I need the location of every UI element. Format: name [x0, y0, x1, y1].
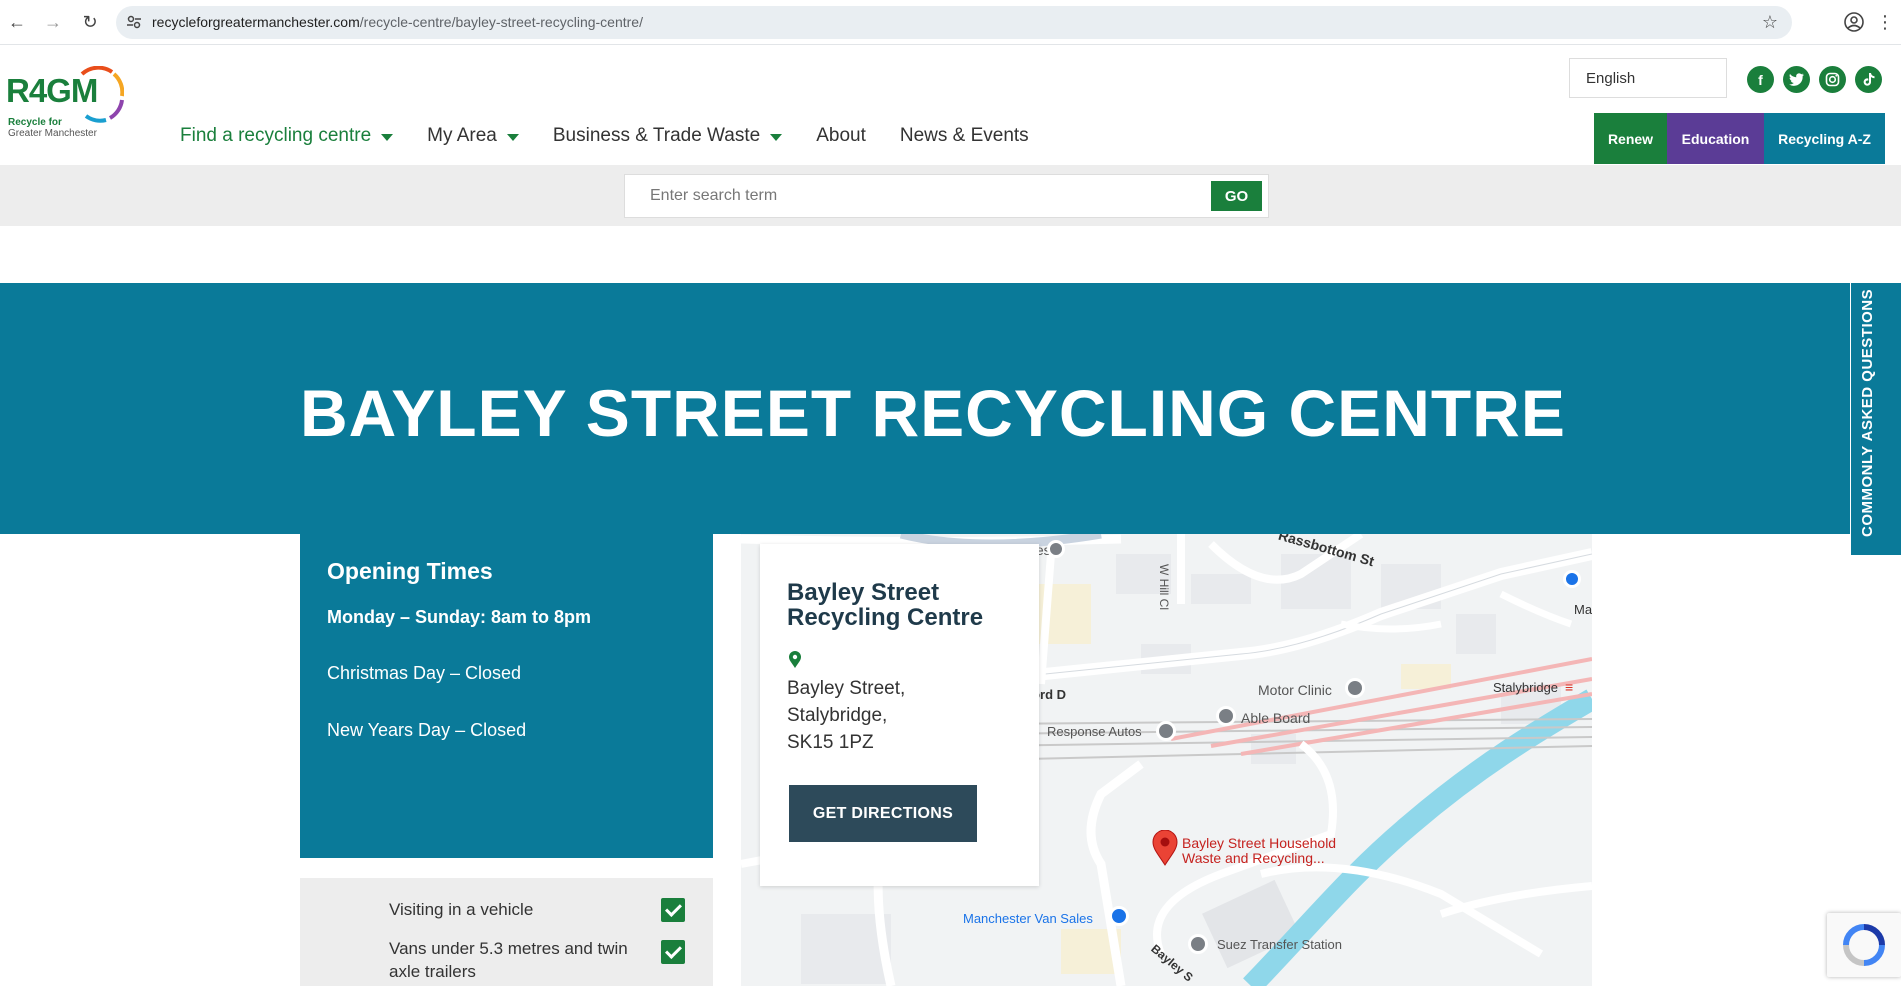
education-button[interactable]: Education [1667, 113, 1764, 164]
logo-ring-icon [80, 66, 124, 123]
map-label-pin: Bayley Street Household Waste and Recycli… [1182, 836, 1336, 866]
nav-label: Business & Trade Waste [552, 125, 761, 146]
logo-subtitle-2: Greater Manchester [8, 128, 97, 139]
nav-about[interactable]: About [816, 125, 866, 147]
nav-label: Find a recycling centre [180, 125, 372, 146]
search-input[interactable] [625, 175, 1210, 217]
facebook-icon[interactable]: f [1747, 66, 1774, 93]
language-selector[interactable]: English [1569, 58, 1727, 98]
map-poi-icon[interactable] [1345, 678, 1365, 698]
new-year-closure: New Years Day – Closed [327, 720, 527, 740]
url-domain: recycleforgreatermanchester.com [152, 14, 360, 30]
map-label-street: W Hill Cl [1157, 564, 1171, 610]
map-label-suez-transfer-station: Suez Transfer Station [1217, 937, 1343, 952]
url-text: recycleforgreatermanchester.com/recycle-… [152, 14, 643, 30]
location-address: Bayley Street, Stalybridge, SK15 1PZ [787, 675, 905, 756]
nav-label: My Area [427, 125, 497, 146]
map-label-manchester-van-sales: Manchester Van Sales [963, 911, 1093, 926]
profile-icon[interactable] [1843, 11, 1865, 33]
nav-find-recycling-centre[interactable]: Find a recycling centre [180, 125, 394, 147]
browser-toolbar: ← → ↻ recycleforgreatermanchester.com/re… [0, 0, 1901, 45]
recycling-az-label: Recycling A-Z [1778, 130, 1871, 147]
recaptcha-badge[interactable] [1827, 913, 1901, 977]
bookmark-star-icon[interactable]: ☆ [1762, 12, 1778, 33]
education-label: Education [1681, 130, 1750, 147]
twitter-icon[interactable] [1783, 66, 1810, 93]
map-poi-icon[interactable] [1109, 906, 1129, 926]
map-poi-icon[interactable] [1188, 934, 1208, 954]
search-band: GO [0, 165, 1901, 226]
recycling-az-button[interactable]: Recycling A-Z [1764, 113, 1885, 164]
main-navigation: Find a recycling centre My Area Business… [180, 122, 1063, 150]
get-directions-button[interactable]: GET DIRECTIONS [789, 785, 977, 842]
railway-station-icon: ≡ [1565, 679, 1574, 695]
access-label: Visiting in a vehicle [389, 900, 534, 919]
go-label: GO [1224, 187, 1249, 205]
renew-button[interactable]: Renew [1594, 113, 1667, 164]
nav-label: About [816, 125, 866, 146]
map-poi-icon[interactable] [1047, 540, 1065, 558]
search-go-button[interactable]: GO [1211, 181, 1262, 211]
page-title: BAYLEY STREET RECYCLING CENTRE [300, 376, 1566, 450]
map-poi-icon[interactable] [1216, 706, 1236, 726]
reload-icon[interactable]: ↻ [79, 11, 101, 33]
chevron-down-icon [770, 133, 783, 141]
map-label-motor-clinic: Motor Clinic [1258, 682, 1332, 698]
nav-news-events[interactable]: News & Events [900, 125, 1029, 147]
address-line-2: Stalybridge, [787, 705, 888, 726]
search-box: GO [624, 174, 1269, 218]
nav-my-area[interactable]: My Area [427, 125, 519, 147]
checkmark-icon [661, 940, 685, 964]
map-label-response-autos: Response Autos [1047, 724, 1142, 739]
opening-times-title: Opening Times [327, 558, 493, 584]
logo-subtitle-1: Recycle for [8, 117, 62, 128]
browser-menu-icon[interactable]: ⋮ [1876, 11, 1894, 33]
access-list: Visiting in a vehicle Vans under 5.3 met… [300, 878, 713, 986]
faq-tab-label: COMMONLY ASKED QUESTIONS [1859, 288, 1876, 537]
r4gm-logo[interactable]: R4GM Recycle for Greater Manchester [6, 62, 124, 142]
chevron-down-icon [506, 133, 519, 141]
site-settings-icon[interactable] [126, 14, 142, 30]
forward-arrow-icon[interactable]: → [42, 11, 64, 33]
map-label-stalybridge: Stalybridge [1493, 680, 1559, 695]
hero-banner: BAYLEY STREET RECYCLING CENTRE [0, 283, 1850, 534]
pin-label-line2: Waste and Recycling... [1182, 850, 1325, 866]
back-arrow-icon[interactable]: ← [6, 11, 28, 33]
instagram-icon[interactable] [1819, 66, 1846, 93]
get-directions-label: GET DIRECTIONS [812, 804, 954, 822]
map-label-able-board: Able Board [1241, 710, 1311, 726]
recaptcha-icon [1843, 924, 1885, 966]
url-path: /recycle-centre/bayley-street-recycling-… [359, 14, 643, 30]
address-line-1: Bayley Street, [787, 678, 906, 699]
map-label-ma: Ma [1574, 602, 1592, 617]
faq-side-tab[interactable]: COMMONLY ASKED QUESTIONS [1850, 283, 1901, 555]
opening-hours: Monday – Sunday: 8am to 8pm [327, 607, 592, 627]
pin-label-line1: Bayley Street Household [1182, 835, 1337, 851]
tiktok-icon[interactable] [1855, 66, 1882, 93]
language-value: English [1586, 70, 1636, 87]
map-pin-icon[interactable] [1152, 830, 1178, 866]
nav-label: News & Events [899, 125, 1029, 146]
chevron-down-icon [381, 133, 394, 141]
opening-times-panel: Opening Times Monday – Sunday: 8am to 8p… [300, 534, 713, 858]
location-pin-icon [789, 651, 801, 668]
address-bar[interactable]: recycleforgreatermanchester.com/recycle-… [116, 6, 1792, 39]
location-card-title: Bayley Street Recycling Centre [787, 579, 984, 631]
christmas-closure: Christmas Day – Closed [327, 663, 522, 683]
checkmark-icon [661, 898, 685, 922]
nav-business-trade-waste[interactable]: Business & Trade Waste [552, 125, 783, 147]
address-line-3: SK15 1PZ [787, 732, 874, 753]
access-label: Vans under 5.3 metres and twin axle trai… [389, 939, 628, 981]
map-poi-icon[interactable] [1563, 570, 1581, 588]
map-poi-icon[interactable] [1156, 721, 1176, 741]
renew-label: Renew [1607, 130, 1654, 147]
location-card: Bayley Street Recycling Centre Bayley St… [760, 544, 1039, 886]
